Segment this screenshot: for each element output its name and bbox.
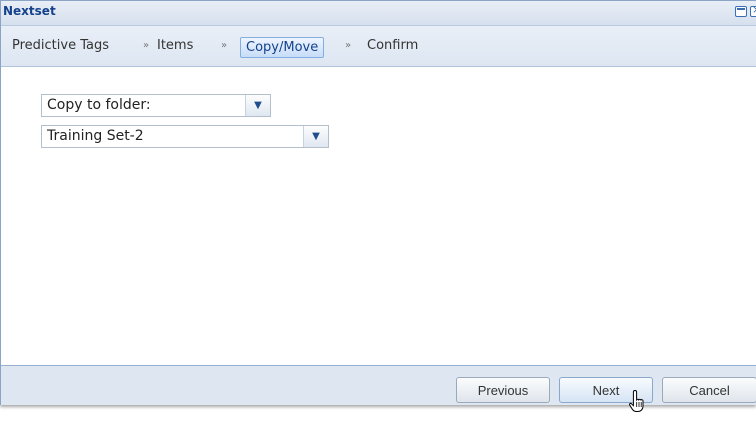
chevron-down-icon[interactable]: ▼ [245,95,270,116]
cancel-button[interactable]: Cancel [662,377,756,403]
wizard-content: Copy to folder: ▼ Training Set-2 ▼ [1,67,756,366]
breadcrumb-separator: » [143,40,150,51]
chevron-down-icon[interactable]: ▼ [303,126,328,147]
breadcrumb-separator: » [345,40,352,51]
window-title: Nextset [3,4,56,18]
folder-select-value: Training Set-2 [47,128,144,144]
action-select[interactable]: Copy to folder: ▼ [41,94,271,117]
folder-select[interactable]: Training Set-2 ▼ [41,125,329,148]
step-items[interactable]: Items [157,26,193,66]
previous-button[interactable]: Previous [456,377,550,403]
step-predictive-tags[interactable]: Predictive Tags [12,26,109,66]
breadcrumb-separator: » [221,40,228,51]
step-confirm[interactable]: Confirm [367,26,418,66]
title-bar: Nextset [1,1,756,26]
wizard-window: Nextset Predictive Tags » Items » Copy/M… [0,0,756,405]
hand-cursor-icon [629,389,644,412]
step-copy-move[interactable]: Copy/Move [240,37,325,58]
close-icon[interactable] [750,3,756,17]
action-select-value: Copy to folder: [47,97,151,113]
maximize-icon[interactable] [735,6,747,17]
breadcrumb: Predictive Tags » Items » Copy/Move » Co… [1,26,756,67]
